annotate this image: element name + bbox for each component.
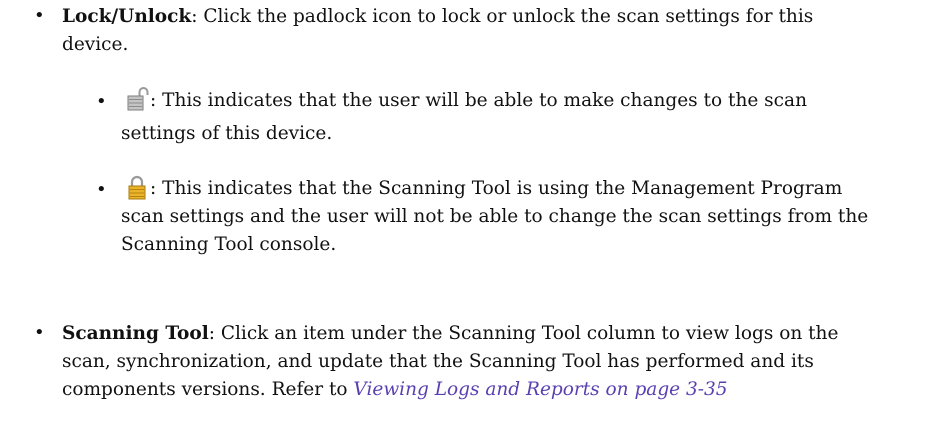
scanning-tool-term: Scanning Tool bbox=[62, 323, 209, 344]
bullet-unlocked: • bbox=[96, 91, 107, 112]
lock-unlock-text-1: : Click the padlock icon to lock or unlo… bbox=[191, 6, 814, 27]
lock-unlock-term: Lock/Unlock bbox=[62, 6, 192, 27]
locked-description: : This indicates that the Scanning Tool … bbox=[121, 175, 868, 259]
lock-unlock-description: Lock/Unlock: Click the padlock icon to l… bbox=[62, 3, 813, 59]
scanning-tool-line-3: components versions. Refer to Viewing Lo… bbox=[62, 376, 838, 404]
unlocked-padlock-icon bbox=[127, 87, 149, 111]
lock-unlock-line-1: Lock/Unlock: Click the padlock icon to l… bbox=[62, 3, 813, 31]
scanning-tool-text-1: : Click an item under the Scanning Tool … bbox=[208, 323, 839, 344]
locked-line-1: : This indicates that the Scanning Tool … bbox=[150, 178, 843, 199]
scanning-tool-text-3: components versions. Refer to bbox=[62, 379, 354, 400]
bullet-scanning-tool: • bbox=[34, 322, 45, 343]
scanning-tool-line-2: scan, synchronization, and update that t… bbox=[62, 351, 814, 372]
lock-unlock-line-2: device. bbox=[62, 34, 129, 55]
bullet-locked: • bbox=[96, 179, 107, 200]
bullet-lock-unlock: • bbox=[34, 5, 45, 26]
locked-padlock-icon bbox=[128, 175, 146, 200]
unlocked-line-1: : This indicates that the user will be a… bbox=[150, 90, 807, 111]
locked-line-3: Scanning Tool console. bbox=[121, 234, 337, 255]
scanning-tool-line-1: Scanning Tool: Click an item under the S… bbox=[62, 320, 838, 348]
scanning-tool-description: Scanning Tool: Click an item under the S… bbox=[62, 320, 838, 404]
unlocked-description: : This indicates that the user will be a… bbox=[121, 84, 807, 150]
unlocked-line-2: settings of this device. bbox=[121, 123, 333, 144]
locked-line-2: scan settings and the user will not be a… bbox=[121, 206, 869, 227]
viewing-logs-link[interactable]: Viewing Logs and Reports on page 3-35 bbox=[353, 379, 727, 400]
